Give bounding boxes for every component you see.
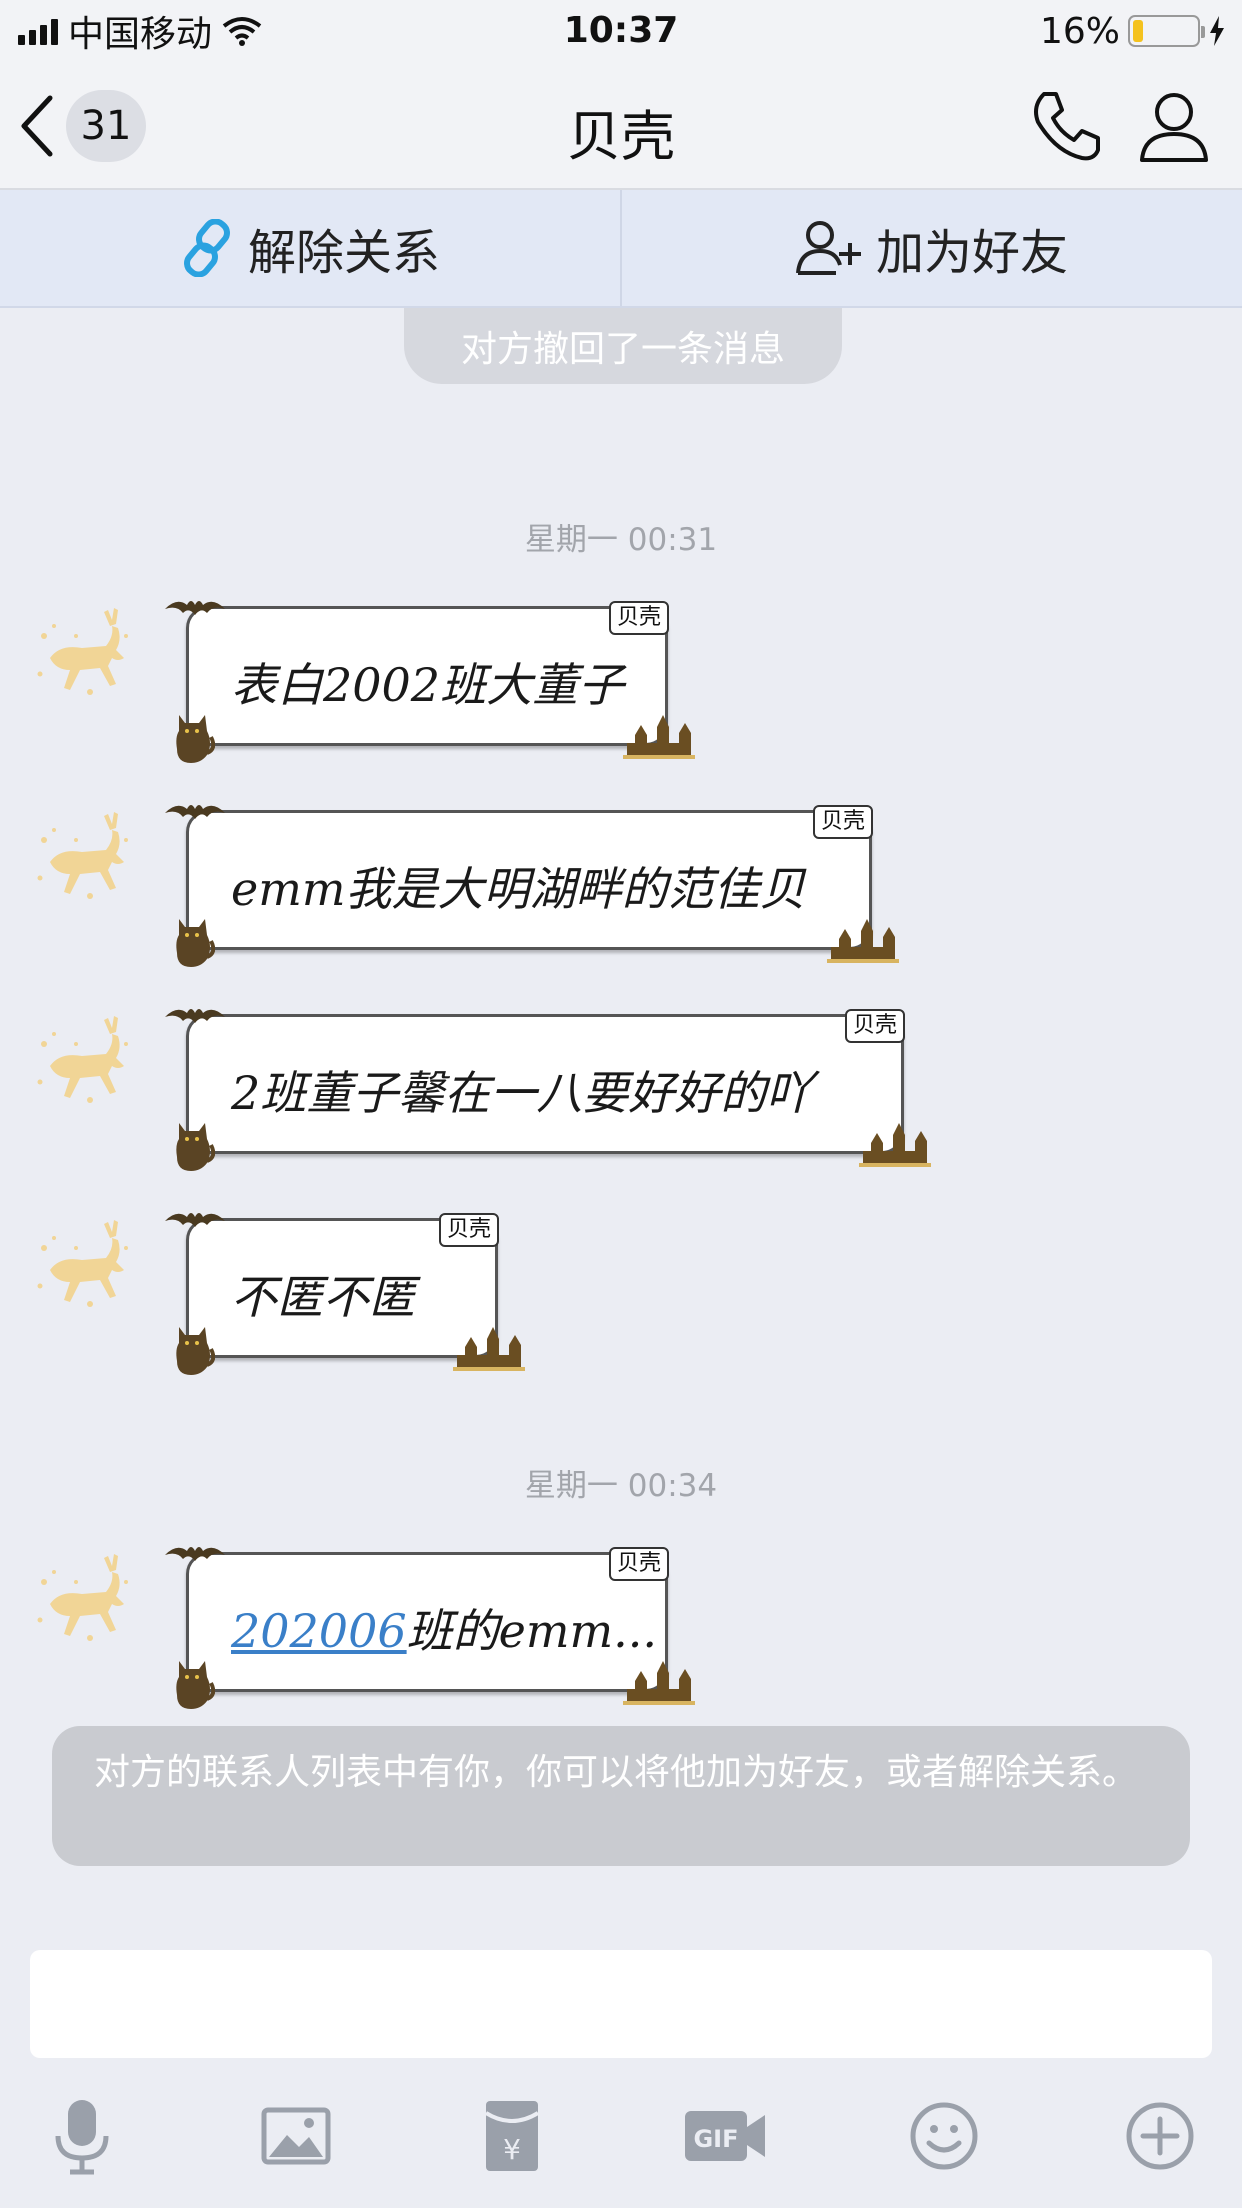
gif-icon: GIF [685, 2111, 765, 2161]
message-text: 表白2002班大董子 [231, 658, 625, 712]
emoji-button[interactable] [898, 2090, 990, 2182]
message-link[interactable]: 202006 [231, 1604, 407, 1658]
message-bubble[interactable]: 贝壳 202006班的emm... [186, 1547, 668, 1692]
profile-icon[interactable] [1136, 88, 1212, 164]
bubble-tag: 贝壳 [438, 1213, 499, 1247]
unlink-icon [184, 219, 230, 277]
message-text: emm我是大明湖畔的范佳贝 [231, 862, 806, 916]
input-toolbar: ¥ GIF [0, 2090, 1242, 2190]
deer-avatar-icon[interactable] [30, 596, 146, 712]
cat-icon [171, 1117, 215, 1173]
add-friend-button[interactable]: 加为好友 [620, 190, 1242, 306]
microphone-icon [55, 2100, 109, 2175]
gif-button[interactable]: GIF [680, 2090, 772, 2182]
castle-icon [453, 1325, 525, 1371]
add-friend-label: 加为好友 [875, 225, 1068, 281]
nav-bar: 31 贝壳 [0, 62, 1242, 190]
battery-percent: 16% [1039, 10, 1120, 52]
cat-icon [171, 709, 215, 765]
castle-icon [827, 917, 899, 963]
message-text: 不匿不匿 [231, 1270, 415, 1324]
svg-text:GIF: GIF [693, 2125, 738, 2153]
cat-icon [171, 1321, 215, 1377]
bat-icon [163, 593, 227, 623]
timestamp: 星期一 00:31 [524, 522, 718, 558]
message-text: 2班董子馨在一八要好好的吖 [231, 1066, 813, 1120]
emoji-icon [910, 2102, 978, 2170]
deer-avatar-icon[interactable] [30, 1004, 146, 1120]
cat-icon [171, 913, 215, 969]
recall-tip: 对方撤回了一条消息 [404, 308, 842, 384]
cat-icon [171, 1655, 215, 1711]
message-bubble[interactable]: 贝壳 2班董子馨在一八要好好的吖 [186, 1009, 904, 1154]
image-button[interactable] [250, 2090, 342, 2182]
relation-notice: 对方的联系人列表中有你，你可以将他加为好友，或者解除关系。 [52, 1726, 1190, 1866]
timestamp: 星期一 00:34 [524, 1468, 718, 1504]
bubble-tag: 贝壳 [608, 601, 669, 635]
bat-icon [163, 1205, 227, 1235]
message-text-rest: 班的emm... [406, 1604, 657, 1658]
bubble-tag: 贝壳 [812, 805, 873, 839]
voice-button[interactable] [36, 2090, 128, 2182]
castle-icon [859, 1121, 931, 1167]
message-text: 202006班的emm... [231, 1595, 657, 1661]
image-icon [261, 2107, 331, 2165]
svg-text:¥: ¥ [503, 2133, 521, 2166]
deer-avatar-icon[interactable] [30, 800, 146, 916]
message-bubble[interactable]: 贝壳 emm我是大明湖畔的范佳贝 [186, 805, 872, 950]
bat-icon [163, 1539, 227, 1569]
plus-button[interactable] [1114, 2090, 1206, 2182]
bubble-tag: 贝壳 [844, 1009, 905, 1043]
message-bubble[interactable]: 贝壳 不匿不匿 [186, 1213, 498, 1358]
bubble-tag: 贝壳 [608, 1547, 669, 1581]
castle-icon [623, 1659, 695, 1705]
status-bar: 中国移动 10:37 16% [0, 0, 1242, 62]
relation-action-bar: 解除关系 加为好友 [0, 190, 1242, 308]
bat-icon [163, 1001, 227, 1031]
bat-icon [163, 797, 227, 827]
message-input[interactable] [30, 1950, 1212, 2058]
message-bubble[interactable]: 贝壳 表白2002班大董子 [186, 601, 668, 746]
deer-avatar-icon[interactable] [30, 1542, 146, 1658]
castle-icon [623, 713, 695, 759]
battery-fill [1133, 20, 1143, 42]
plus-icon [1126, 2102, 1194, 2170]
battery-icon [1128, 15, 1205, 47]
unbind-label: 解除关系 [247, 225, 440, 281]
add-user-icon [795, 221, 861, 275]
phone-icon[interactable] [1028, 88, 1108, 164]
red-packet-icon: ¥ [484, 2101, 540, 2171]
deer-avatar-icon[interactable] [30, 1208, 146, 1324]
red-packet-button[interactable]: ¥ [466, 2090, 558, 2182]
charging-icon [1210, 16, 1224, 46]
unbind-button[interactable]: 解除关系 [0, 190, 620, 306]
